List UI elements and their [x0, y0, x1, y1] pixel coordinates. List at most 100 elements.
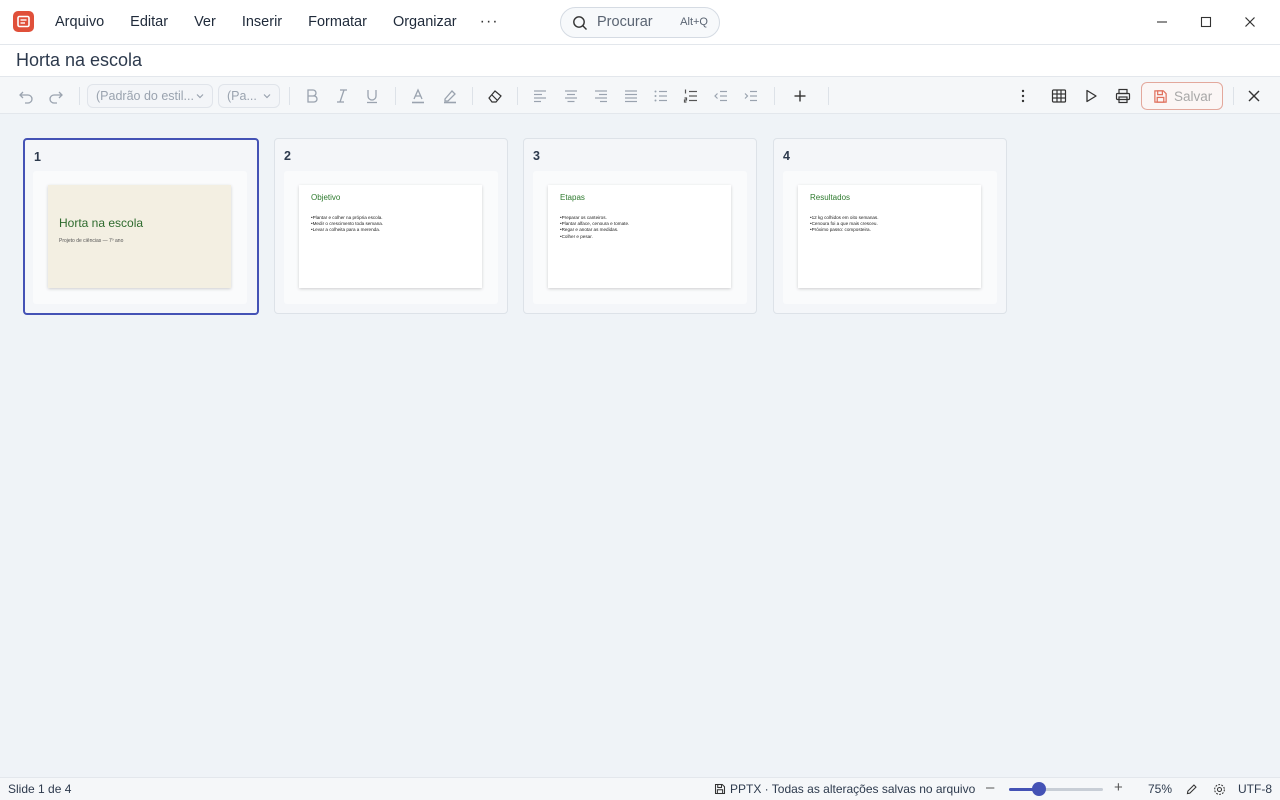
- bullet-list-button[interactable]: [651, 86, 671, 106]
- slide-thumbnail-2[interactable]: 2 Objetivo •Plantar e colher na própria …: [274, 138, 508, 314]
- bold-button[interactable]: [302, 86, 322, 106]
- close-document-button[interactable]: [1244, 86, 1264, 106]
- minimize-button[interactable]: [1152, 12, 1172, 32]
- app-logo-icon: [13, 11, 34, 32]
- slide-thumbnail-1[interactable]: 1 Horta na escola Projeto de ciências — …: [23, 138, 259, 315]
- slide-number: 1: [34, 150, 41, 164]
- text-color-icon: [412, 88, 424, 104]
- save-button-label: Salvar: [1174, 89, 1213, 104]
- menu-organizar[interactable]: Organizar: [380, 0, 470, 44]
- toolbar-divider: [395, 87, 396, 105]
- play-icon: [1086, 89, 1097, 103]
- slide-number: 3: [533, 149, 540, 163]
- menu-editar[interactable]: Editar: [117, 0, 181, 44]
- toolbar-divider: [472, 87, 473, 105]
- slide-frame: Etapas •Preparar os canteiros. •Plantar …: [533, 171, 747, 304]
- search-icon: [573, 16, 587, 30]
- save-icon: [1154, 90, 1167, 103]
- zoom-slider-thumb[interactable]: [1032, 782, 1047, 796]
- search-box[interactable]: Procurar Alt+Q: [560, 7, 720, 38]
- slide-position-indicator: Slide 1 de 4: [8, 782, 72, 796]
- more-options-button[interactable]: [1013, 86, 1033, 106]
- table-icon: [1051, 89, 1067, 103]
- menu-ver[interactable]: Ver: [181, 0, 229, 44]
- toolbar-divider: [289, 87, 290, 105]
- chevron-down-icon: [263, 94, 271, 99]
- minimize-icon: [1157, 21, 1167, 23]
- menu-arquivo[interactable]: Arquivo: [42, 0, 117, 44]
- bold-icon: [307, 89, 318, 103]
- zoom-in-button[interactable]: +: [1114, 779, 1123, 796]
- decrease-indent-button[interactable]: [711, 86, 731, 106]
- maximize-button[interactable]: [1196, 12, 1216, 32]
- menu-more-button[interactable]: ···: [470, 2, 509, 42]
- document-title[interactable]: Horta na escola: [16, 50, 142, 71]
- font-size-select[interactable]: (Pa...: [218, 84, 280, 108]
- present-button[interactable]: [1081, 86, 1101, 106]
- zoom-out-button[interactable]: –: [986, 779, 994, 796]
- document-title-bar: Horta na escola: [0, 44, 1280, 76]
- menu-inserir[interactable]: Inserir: [229, 0, 295, 44]
- slide-frame: Horta na escola Projeto de ciências — 7º…: [33, 171, 247, 304]
- encoding-indicator[interactable]: UTF-8: [1238, 782, 1272, 796]
- insert-table-button[interactable]: [1049, 86, 1069, 106]
- slide-bullet: •Colher e pesar.: [560, 233, 593, 239]
- zoom-level[interactable]: 75%: [1148, 782, 1172, 796]
- slide-preview: Objetivo •Plantar e colher na própria es…: [299, 185, 482, 288]
- paragraph-style-select[interactable]: (Padrão do estil...: [87, 84, 213, 108]
- slide-bullet-list: •Preparar os canteiros. •Plantar alface,…: [560, 215, 629, 240]
- align-justify-button[interactable]: [621, 86, 641, 106]
- underline-icon: [367, 90, 377, 104]
- status-bar: Slide 1 de 4 PPTX · Todas as alterações …: [0, 777, 1280, 800]
- slide-preview: Etapas •Preparar os canteiros. •Plantar …: [548, 185, 731, 288]
- insert-button[interactable]: [790, 86, 810, 106]
- gear-icon[interactable]: [1213, 783, 1226, 796]
- undo-button[interactable]: [16, 86, 36, 106]
- slide-title: Objetivo: [311, 193, 341, 202]
- save-button[interactable]: Salvar: [1141, 82, 1223, 110]
- italic-button[interactable]: [332, 86, 352, 106]
- slide-thumbnail-3[interactable]: 3 Etapas •Preparar os canteiros. •Planta…: [523, 138, 757, 314]
- menu-bar: Arquivo Editar Ver Inserir Formatar Orga…: [42, 0, 509, 44]
- font-size-value: (Pa...: [227, 89, 257, 103]
- align-right-icon: [595, 90, 607, 103]
- highlight-button[interactable]: [440, 86, 460, 106]
- zoom-slider[interactable]: [1009, 782, 1103, 796]
- align-center-icon: [565, 90, 577, 103]
- pencil-icon[interactable]: [1185, 783, 1198, 796]
- italic-icon: [337, 89, 347, 103]
- chevron-down-icon: [196, 94, 204, 99]
- align-center-button[interactable]: [561, 86, 581, 106]
- slide-thumbnail-4[interactable]: 4 Resultados •12 kg colhidos em oito sem…: [773, 138, 1007, 314]
- increase-indent-button[interactable]: [741, 86, 761, 106]
- plus-icon: [794, 90, 806, 102]
- redo-button[interactable]: [46, 86, 66, 106]
- numbered-list-button[interactable]: [681, 86, 701, 106]
- align-left-button[interactable]: [530, 86, 550, 106]
- print-button[interactable]: [1113, 86, 1133, 106]
- search-placeholder: Procurar: [597, 14, 653, 30]
- menu-formatar[interactable]: Formatar: [295, 0, 380, 44]
- close-window-button[interactable]: [1240, 12, 1260, 32]
- align-left-icon: [534, 90, 546, 103]
- slide-title: Etapas: [560, 193, 585, 202]
- bullet-list-icon: [654, 90, 667, 102]
- close-icon: [1248, 90, 1260, 102]
- toolbar-divider: [828, 87, 829, 105]
- file-status: PPTX · Todas as alterações salvas no arq…: [714, 782, 975, 796]
- text-color-button[interactable]: [408, 86, 428, 106]
- slide-frame: Objetivo •Plantar e colher na própria es…: [284, 171, 498, 304]
- slide-bullet: •Levar a colheita para a merenda.: [311, 227, 381, 233]
- slide-frame: Resultados •12 kg colhidos em oito seman…: [783, 171, 997, 304]
- outdent-icon: [714, 90, 727, 102]
- slide-number: 2: [284, 149, 291, 163]
- title-bar: Arquivo Editar Ver Inserir Formatar Orga…: [0, 0, 1280, 44]
- slide-subtitle: Projeto de ciências — 7º ano: [59, 238, 124, 244]
- printer-icon: [1115, 88, 1131, 104]
- clear-formatting-button[interactable]: [485, 86, 505, 106]
- toolbar-divider: [774, 87, 775, 105]
- align-right-button[interactable]: [591, 86, 611, 106]
- underline-button[interactable]: [362, 86, 382, 106]
- formatting-toolbar: (Padrão do estil... (Pa... Salvar: [0, 76, 1280, 114]
- slide-bullet-list: •12 kg colhidos em oito semanas. •Cenour…: [810, 215, 879, 234]
